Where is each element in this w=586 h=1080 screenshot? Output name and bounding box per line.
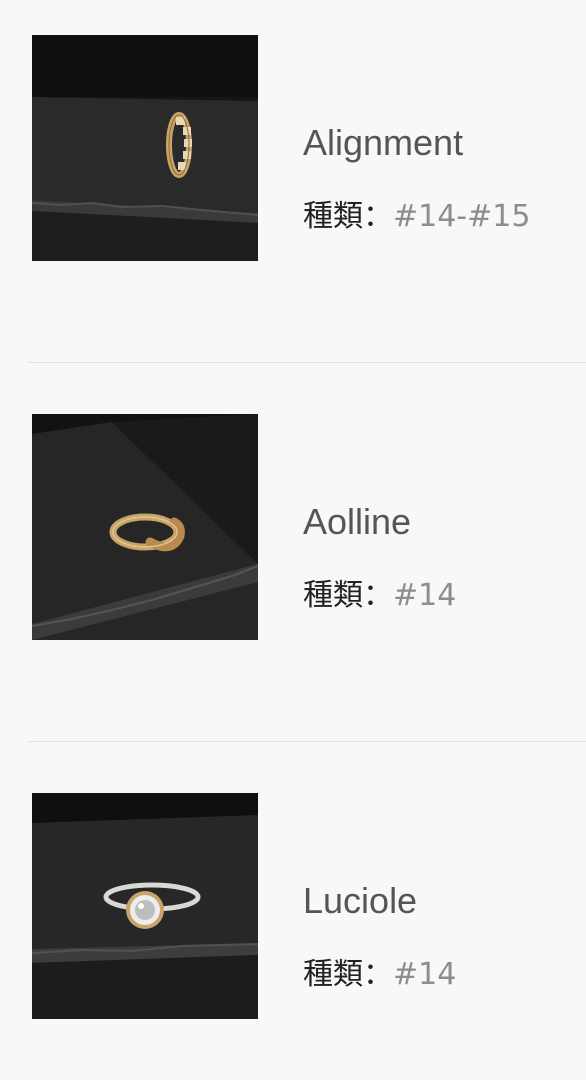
product-type-label: 種類： [303,957,393,992]
divider [28,741,586,742]
product-image-alignment[interactable] [32,35,258,261]
product-name: Alignment [303,122,464,163]
product-item-luciole[interactable]: Luciole 種類：#14 [0,758,586,1019]
product-name: Aolline [303,501,412,542]
product-name: Luciole [303,880,418,921]
product-type: 種類：#14 [303,949,456,993]
product-image-luciole[interactable] [32,793,258,1019]
product-image-aolline[interactable] [32,414,258,640]
product-type-label: 種類： [303,578,393,613]
product-type-value: #14 [393,578,457,613]
product-type-value: #14 [393,957,457,992]
product-type-label: 種類： [303,199,393,234]
product-type: 種類：#14-#15 [303,191,530,235]
gold-eternity-ring-icon [32,35,258,261]
product-item-alignment[interactable]: Alignment 種類：#14-#15 [0,0,586,261]
product-item-aolline[interactable]: Aolline 種類：#14 [0,379,586,640]
product-type-value: #14-#15 [393,199,531,234]
gold-organic-ring-icon [32,414,258,640]
product-type: 種類：#14 [303,570,456,614]
silver-solitaire-ring-icon [32,793,258,1019]
divider [28,362,586,363]
